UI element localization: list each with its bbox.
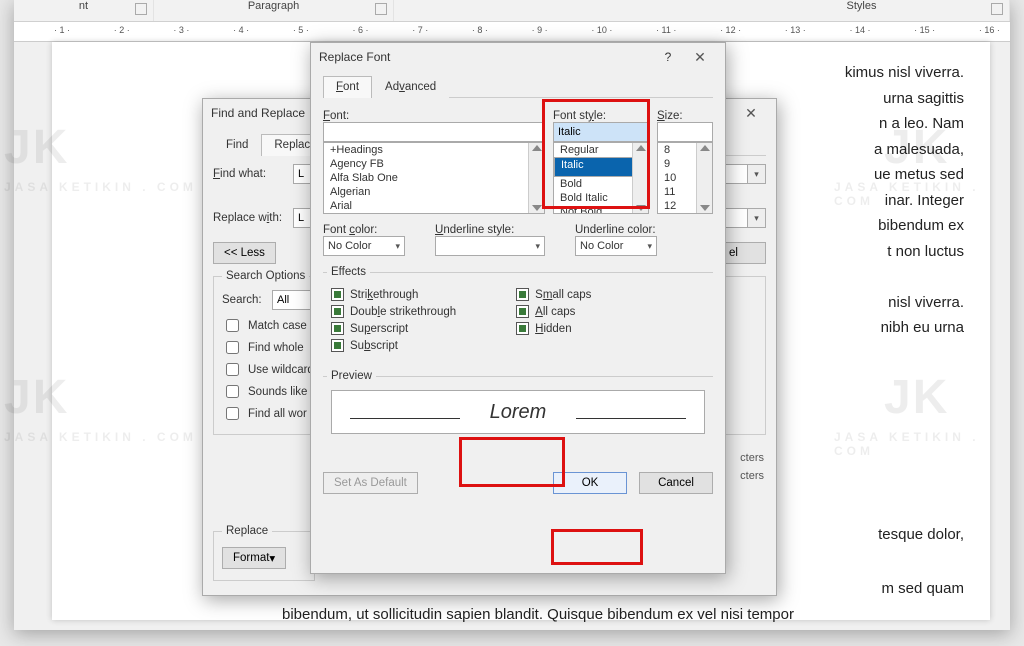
- watermark-text: JASA KETIKIN . COM: [4, 180, 197, 194]
- small-caps-checkbox[interactable]: Small caps: [516, 288, 591, 301]
- size-listbox[interactable]: 89101112: [657, 142, 713, 214]
- font-style-input[interactable]: [553, 122, 649, 142]
- tab-font[interactable]: Font: [323, 76, 372, 98]
- replace-with-label: Replace with:: [213, 212, 293, 224]
- ribbon-group-styles: Styles: [394, 0, 1010, 21]
- watermark-logo: JK: [4, 120, 69, 175]
- watermark-text: JASA KETIKIN . COM: [834, 430, 1010, 458]
- underline-color-label: Underline color:: [575, 224, 657, 236]
- double-strikethrough-checkbox[interactable]: Double strikethrough: [331, 305, 456, 318]
- effects-legend: Effects: [327, 266, 370, 278]
- paragraph-group-launcher-icon[interactable]: [375, 3, 387, 15]
- preview-legend: Preview: [327, 370, 376, 382]
- strikethrough-checkbox[interactable]: Strikethrough: [331, 288, 456, 301]
- ribbon-group-font: nt: [14, 0, 154, 21]
- superscript-checkbox[interactable]: Superscript: [331, 322, 456, 335]
- list-item[interactable]: Algerian: [324, 185, 544, 199]
- font-label: Font:: [323, 110, 545, 122]
- watermark-logo: JK: [884, 120, 949, 175]
- font-style-label: Font style:: [553, 110, 649, 122]
- underline-color-select[interactable]: No Color: [575, 236, 657, 256]
- close-icon[interactable]: ✕: [734, 102, 768, 124]
- font-color-label: Font color:: [323, 224, 405, 236]
- doc-text-frag: m sed quam: [814, 576, 964, 602]
- font-color-select[interactable]: No Color: [323, 236, 405, 256]
- ok-button[interactable]: OK: [553, 472, 627, 494]
- font-group-launcher-icon[interactable]: [135, 3, 147, 15]
- list-item[interactable]: +Headings: [324, 143, 544, 157]
- list-item[interactable]: Alfa Slab One: [324, 171, 544, 185]
- watermark-logo: JK: [884, 370, 949, 425]
- list-item[interactable]: Agency FB: [324, 157, 544, 171]
- underline-style-select[interactable]: [435, 236, 545, 256]
- dialog-title: Find and Replace: [211, 106, 305, 120]
- watermark-logo: JK: [4, 370, 69, 425]
- replace-with-dropdown-icon[interactable]: [748, 208, 766, 228]
- set-as-default-button: Set As Default: [323, 472, 418, 494]
- ribbon-group-labels: nt Paragraph Styles: [14, 0, 1010, 22]
- dialog-title: Replace Font: [319, 50, 390, 64]
- cancel-button[interactable]: Cancel: [639, 472, 713, 494]
- subscript-checkbox[interactable]: Subscript: [331, 339, 456, 352]
- format-button[interactable]: Format ▾: [222, 547, 286, 569]
- annotation-highlight: [551, 529, 643, 565]
- side-characters-label: cterscters: [740, 449, 764, 485]
- underline-style-label: Underline style:: [435, 224, 545, 236]
- search-options-legend: Search Options: [222, 270, 309, 282]
- font-input[interactable]: [323, 122, 545, 142]
- watermark-text: JASA KETIKIN . COM: [4, 430, 197, 444]
- replace-legend: Replace: [222, 525, 272, 537]
- close-icon[interactable]: ✕: [683, 46, 717, 68]
- replace-group: Replace Format ▾: [213, 525, 315, 581]
- find-what-dropdown-icon[interactable]: [748, 164, 766, 184]
- preview-text: Lorem: [490, 401, 547, 424]
- font-style-listbox[interactable]: RegularItalicBoldBold ItalicNot Bold: [553, 142, 649, 214]
- dialog-titlebar[interactable]: Replace Font ? ✕: [311, 43, 725, 71]
- less-button[interactable]: << Less: [213, 242, 276, 264]
- hidden-checkbox[interactable]: Hidden: [516, 322, 591, 335]
- styles-group-launcher-icon[interactable]: [991, 3, 1003, 15]
- doc-text-line: bibendum, ut sollicitudin sapien blandit…: [282, 602, 964, 628]
- doc-text-frag: tesque dolor,: [814, 522, 964, 548]
- horizontal-ruler[interactable]: · 1 ·· 2 ·· 3 ·· 4 ·· 5 ·· 6 ·· 7 ·· 8 ·…: [14, 22, 1010, 42]
- size-input[interactable]: [657, 122, 713, 142]
- tab-advanced[interactable]: Advanced: [372, 76, 449, 98]
- replace-font-dialog: Replace Font ? ✕ Font Advanced Font: +He…: [310, 42, 726, 574]
- find-what-label: Find what:: [213, 168, 293, 180]
- list-item[interactable]: Arial: [324, 199, 544, 213]
- watermark-text: JASA KETIKIN . COM: [834, 180, 1010, 208]
- preview-box: Lorem: [331, 390, 705, 434]
- tab-find[interactable]: Find: [213, 134, 261, 156]
- size-label: Size:: [657, 110, 713, 122]
- help-icon[interactable]: ?: [653, 50, 683, 64]
- font-listbox[interactable]: +HeadingsAgency FBAlfa Slab OneAlgerianA…: [323, 142, 545, 214]
- all-caps-checkbox[interactable]: All caps: [516, 305, 591, 318]
- search-direction-label: Search:: [222, 294, 272, 306]
- ribbon-group-paragraph: Paragraph: [154, 0, 394, 21]
